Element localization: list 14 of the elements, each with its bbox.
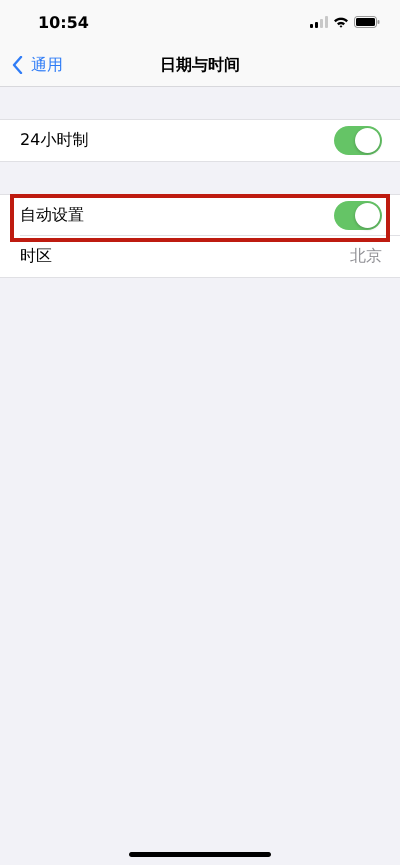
nav-title: 日期与时间 <box>160 54 240 76</box>
toggle-switch[interactable] <box>334 126 382 155</box>
wifi-icon <box>333 16 349 28</box>
row-label: 时区 <box>20 246 52 267</box>
chevron-icon <box>12 56 23 74</box>
row-label: 24小时制 <box>20 130 88 151</box>
signal-icon <box>310 16 328 28</box>
back-button[interactable]: 通用 <box>12 44 63 86</box>
row-value: 北京 <box>350 246 382 267</box>
toggle-switch[interactable] <box>334 201 382 230</box>
back-label: 通用 <box>31 54 63 76</box>
status-time: 10:54 <box>38 12 89 32</box>
battery-icon <box>354 16 380 28</box>
row-label: 自动设置 <box>20 205 84 226</box>
